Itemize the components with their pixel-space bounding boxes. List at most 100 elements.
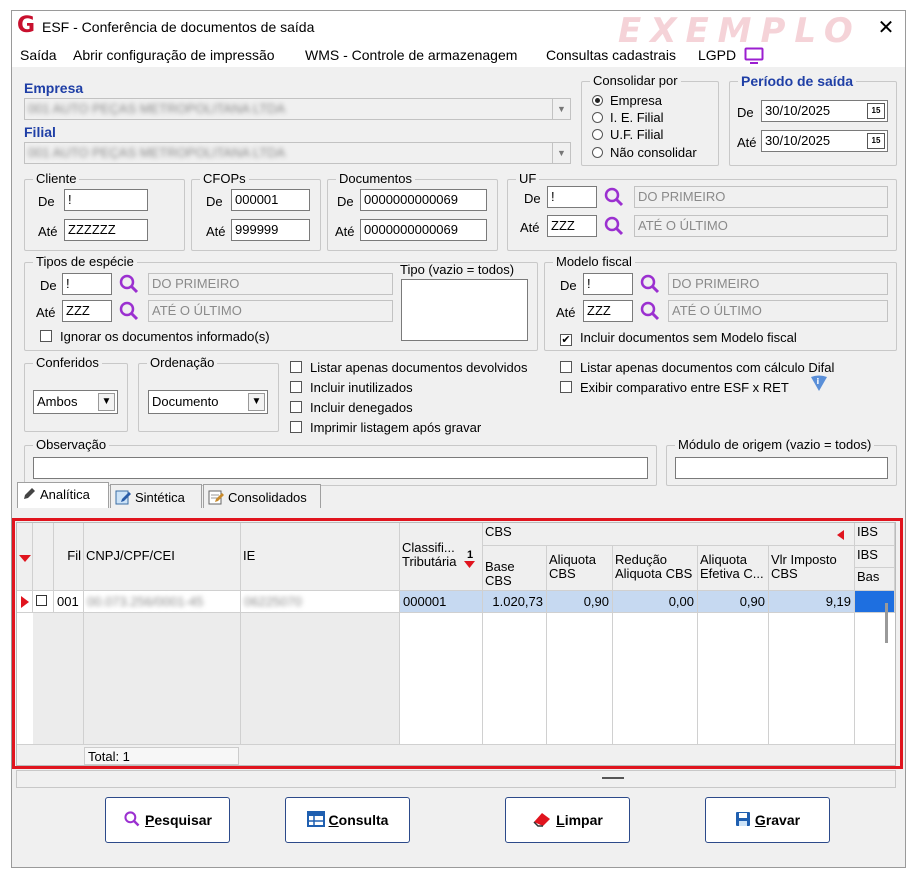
cliente-de-input[interactable]: ! (64, 189, 148, 211)
tab-sintetica[interactable]: Sintética (110, 484, 202, 508)
search-icon[interactable] (639, 273, 661, 295)
option-devolvidos[interactable]: Listar apenas documentos devolvidos (290, 360, 528, 375)
chevron-down-icon[interactable]: ▼ (248, 393, 265, 411)
pesquisar-button[interactable]: Pesquisar (105, 797, 230, 843)
periodo-group: Período de saída (729, 73, 897, 166)
uf-ate-desc: ATÉ O ÚLTIMO (634, 215, 888, 237)
tipos-ate-input[interactable]: ZZZ (62, 300, 112, 322)
button-label: onsulta (338, 812, 389, 828)
filial-combo[interactable]: 001 AUTO PEÇAS METROPOLITANA LTDA ▼ (24, 142, 571, 164)
tab-label: Analítica (40, 487, 90, 502)
tab-consolidados[interactable]: Consolidados (203, 484, 321, 508)
documentos-label: Documentos (336, 171, 415, 186)
conferidos-value: Ambos (37, 394, 78, 409)
cliente-ate-label: Até (38, 224, 58, 239)
save-icon (735, 812, 750, 826)
chevron-down-icon[interactable]: ▼ (98, 393, 115, 411)
menu-saida[interactable]: Saída (20, 47, 57, 63)
cliente-de-label: De (38, 194, 55, 209)
uf-ate-label: Até (520, 220, 540, 235)
option-comparativo[interactable]: Exibir comparativo entre ESF x RET (560, 380, 789, 395)
conferidos-select[interactable]: Ambos ▼ (33, 390, 118, 414)
uf-ate-input[interactable]: ZZZ (547, 215, 597, 237)
empresa-value: 001 AUTO PEÇAS METROPOLITANA LTDA (28, 101, 286, 116)
documentos-ate-input[interactable]: 0000000000069 (360, 219, 487, 241)
chevron-down-icon[interactable]: ▼ (552, 99, 570, 119)
search-icon[interactable] (118, 273, 140, 295)
checkbox-box (290, 401, 302, 413)
menu-consultas-cadastrais[interactable]: Consultas cadastrais (546, 47, 676, 63)
ordenacao-select[interactable]: Documento ▼ (148, 390, 268, 414)
documentos-de-input[interactable]: 0000000000069 (360, 189, 487, 211)
monitor-icon[interactable] (744, 47, 764, 65)
uf-de-desc: DO PRIMEIRO (634, 186, 888, 208)
highlight-frame (12, 518, 903, 769)
tipos-ate-label: Até (36, 305, 56, 320)
observacao-input[interactable] (33, 457, 648, 479)
option-difal[interactable]: Listar apenas documentos com cálculo Dif… (560, 360, 834, 375)
tipos-de-input[interactable]: ! (62, 273, 112, 295)
tab-label: Consolidados (228, 490, 307, 505)
tipos-especie-label: Tipos de espécie (33, 254, 137, 269)
modulo-input[interactable] (675, 457, 888, 479)
search-icon[interactable] (603, 186, 625, 208)
search-icon[interactable] (639, 300, 661, 322)
calendar-icon[interactable]: 15 (867, 133, 885, 149)
ignorar-checkbox[interactable]: Ignorar os documentos informado(s) (40, 329, 270, 344)
consulta-button[interactable]: Consulta (285, 797, 410, 843)
button-hotkey: L (556, 812, 565, 828)
cfops-de-input[interactable]: 000001 (231, 189, 310, 211)
cfops-ate-input[interactable]: 999999 (231, 219, 310, 241)
limpar-button[interactable]: Limpar (505, 797, 630, 843)
search-icon[interactable] (118, 300, 140, 322)
tipo-vazio-list[interactable] (401, 279, 528, 341)
button-label: impar (564, 812, 603, 828)
modelo-ate-input[interactable]: ZZZ (583, 300, 633, 322)
option-label: Incluir inutilizados (310, 380, 413, 395)
option-label: Incluir denegados (310, 400, 413, 415)
empresa-combo[interactable]: 001 AUTO PEÇAS METROPOLITANA LTDA ▼ (24, 98, 571, 120)
menu-lgpd[interactable]: LGPD (698, 47, 736, 63)
consolidar-label: Consolidar por (590, 73, 681, 88)
menu-wms[interactable]: WMS - Controle de armazenagem (305, 47, 517, 63)
splitter[interactable] (16, 770, 896, 788)
calendar-icon[interactable]: 15 (867, 103, 885, 119)
periodo-ate-value: 30/10/2025 (765, 133, 831, 148)
splitter-grip-icon[interactable] (602, 777, 624, 779)
incluir-label: Incluir documentos sem Modelo fiscal (580, 330, 797, 345)
radio-nao-consolidar[interactable]: Não consolidar (592, 145, 697, 160)
radio-uf-filial[interactable]: U.F. Filial (592, 127, 663, 142)
modulo-label: Módulo de origem (vazio = todos) (675, 437, 875, 452)
filial-label: Filial (24, 124, 56, 140)
svg-text:i: i (817, 377, 820, 386)
gravar-button[interactable]: Gravar (705, 797, 830, 843)
search-icon[interactable] (603, 215, 625, 237)
modelo-ate-desc: ATÉ O ÚLTIMO (668, 300, 888, 322)
uf-de-input[interactable]: ! (547, 186, 597, 208)
incluir-sem-modelo-checkbox[interactable]: ✔ Incluir documentos sem Modelo fiscal (560, 330, 797, 346)
radio-empresa[interactable]: Empresa (592, 93, 662, 108)
menu-abrir-configuracao[interactable]: Abrir configuração de impressão (73, 47, 275, 63)
periodo-de-input[interactable]: 30/10/2025 15 (761, 100, 888, 122)
cliente-ate-input[interactable]: ZZZZZZ (64, 219, 148, 241)
chevron-down-icon[interactable]: ▼ (552, 143, 570, 163)
option-inutilizados[interactable]: Incluir inutilizados (290, 380, 413, 395)
info-icon[interactable]: i (808, 374, 830, 394)
modelo-de-input[interactable]: ! (583, 273, 633, 295)
option-denegados[interactable]: Incluir denegados (290, 400, 413, 415)
uf-de-label: De (524, 191, 541, 206)
close-icon[interactable]: ✕ (874, 15, 898, 40)
eraser-icon (533, 813, 551, 827)
empresa-label: Empresa (24, 80, 84, 96)
ignorar-label: Ignorar os documentos informado(s) (60, 329, 270, 344)
tipos-ate-desc: ATÉ O ÚLTIMO (148, 300, 393, 322)
option-imprimir[interactable]: Imprimir listagem após gravar (290, 420, 481, 435)
notepad-edit-icon (208, 490, 224, 505)
periodo-ate-input[interactable]: 30/10/2025 15 (761, 130, 888, 152)
observacao-label: Observação (33, 437, 110, 452)
tab-analitica[interactable]: Analítica (17, 482, 109, 508)
checkbox-box (290, 361, 302, 373)
checkbox-box (290, 421, 302, 433)
button-hotkey: C (328, 812, 339, 828)
radio-ie-filial[interactable]: I. E. Filial (592, 110, 663, 125)
